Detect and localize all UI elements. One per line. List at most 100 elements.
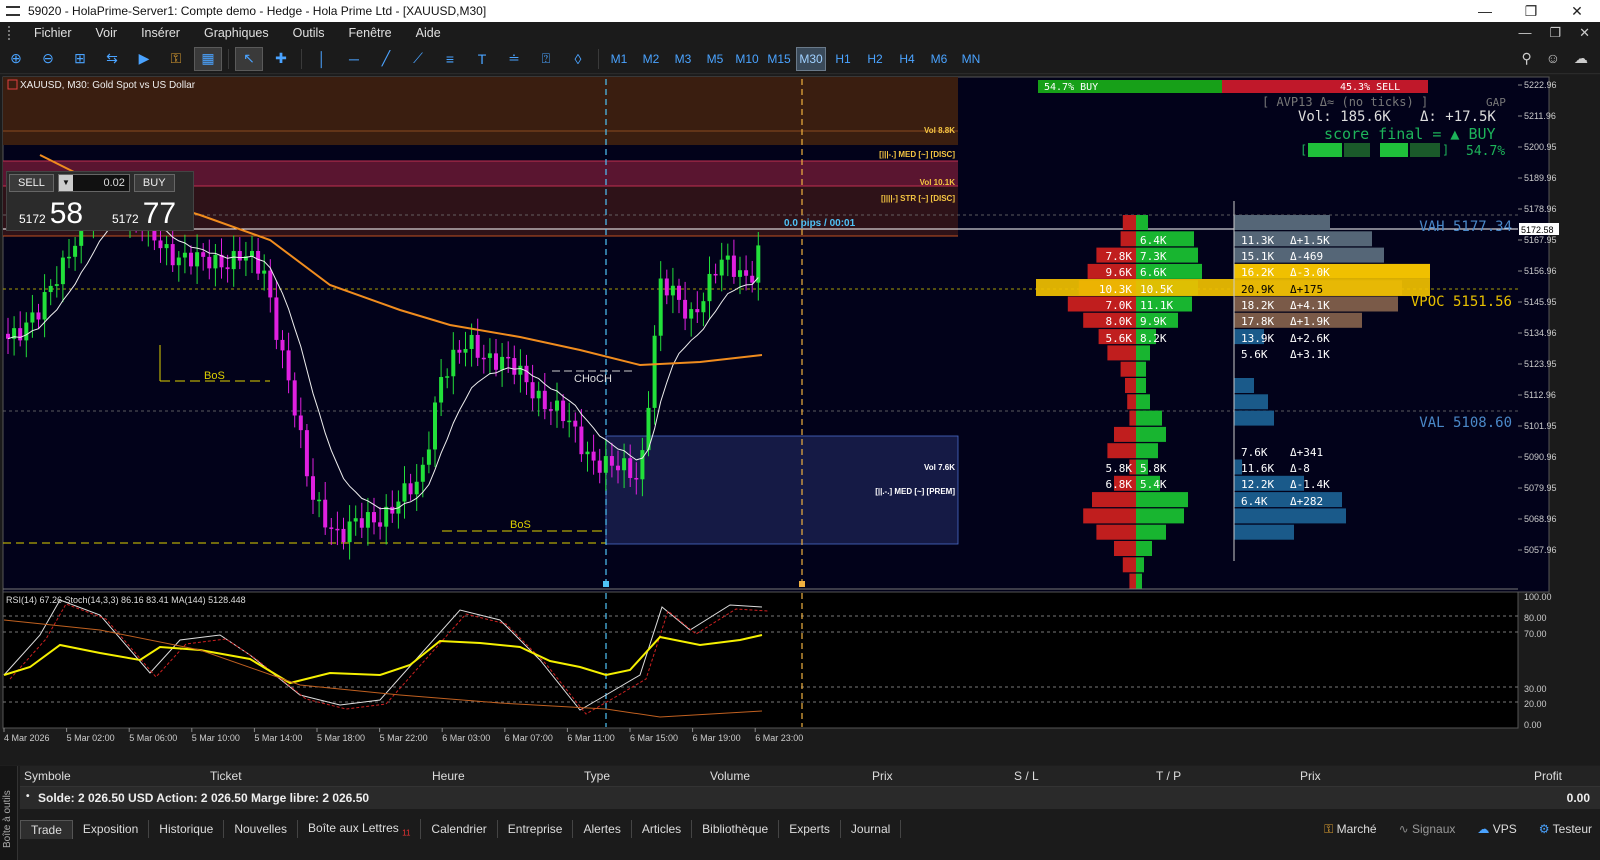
autoscroll-icon[interactable]: ▶ — [130, 47, 158, 71]
tab-exposition[interactable]: Exposition — [73, 820, 150, 838]
buy-button[interactable]: BUY — [133, 174, 175, 192]
tab-experts[interactable]: Experts — [779, 820, 841, 838]
zoom-in-icon[interactable]: ⊕ — [2, 47, 30, 71]
tf-h1[interactable]: H1 — [828, 47, 858, 71]
signals-link[interactable]: ∿ Signaux — [1399, 822, 1456, 837]
chart-area[interactable]: BoS BoS CHoCH Vol 8.8K [|||-.] MED [~] [… — [0, 75, 1600, 765]
candle-body — [652, 335, 657, 408]
tf-m6[interactable]: M6 — [924, 47, 954, 71]
candle-body — [73, 245, 78, 257]
col-profit[interactable]: Profit — [1534, 769, 1562, 783]
tf-m10[interactable]: M10 — [732, 47, 762, 71]
tf-m2[interactable]: M2 — [636, 47, 666, 71]
col-tp[interactable]: T / P — [1156, 769, 1181, 783]
balance-row[interactable]: • Solde: 2 026.50 USD Action: 2 026.50 M… — [20, 787, 1600, 809]
market-link[interactable]: ⚿ Marché — [1324, 822, 1377, 837]
candle-body — [451, 349, 456, 377]
buy-price[interactable]: 5172 77 — [100, 194, 193, 230]
tf-m3[interactable]: M3 — [668, 47, 698, 71]
zone-vol-label: Vol 8.8K — [924, 126, 955, 135]
shapes-icon[interactable]: ◊ — [564, 47, 592, 71]
tf-h2[interactable]: H2 — [860, 47, 890, 71]
tab-bibliotheque[interactable]: Bibliothèque — [692, 820, 780, 838]
child-restore-icon[interactable]: ❐ — [1549, 25, 1561, 41]
one-click-trading-icon[interactable]: ▦ — [194, 46, 222, 71]
tab-calendrier[interactable]: Calendrier — [421, 820, 498, 838]
text-tool-icon[interactable]: T — [468, 47, 496, 71]
menu-aide[interactable]: Aide — [406, 26, 455, 40]
community-icon[interactable]: ☁ — [1574, 50, 1588, 67]
maximize-button[interactable]: ❐ — [1508, 3, 1554, 20]
horizontal-line-icon[interactable]: ─ — [340, 47, 368, 71]
sell-button[interactable]: SELL — [9, 174, 54, 192]
menu-voir[interactable]: Voir — [86, 26, 132, 40]
fibonacci-icon[interactable]: ≡ — [436, 47, 464, 71]
profile-buy-value: 10.5K — [1140, 283, 1173, 296]
menu-inserer[interactable]: Insérer — [131, 26, 194, 40]
tab-nouvelles[interactable]: Nouvelles — [224, 820, 299, 838]
menu-fenetre[interactable]: Fenêtre — [339, 26, 406, 40]
tf-m5[interactable]: M5 — [700, 47, 730, 71]
menu-fichier[interactable]: Fichier — [24, 26, 86, 40]
close-button[interactable]: ✕ — [1554, 3, 1600, 20]
equidistant-channel-icon[interactable]: ⟋ — [404, 47, 432, 71]
col-heure[interactable]: Heure — [432, 769, 465, 783]
minimize-button[interactable]: — — [1462, 3, 1508, 20]
col-prix-current[interactable]: Prix — [1300, 769, 1321, 783]
profile-sell-bar — [1114, 426, 1136, 442]
col-symbole[interactable]: Symbole — [24, 769, 71, 783]
menu-outils[interactable]: Outils — [283, 26, 339, 40]
menu-graphiques[interactable]: Graphiques — [194, 26, 283, 40]
tab-historique[interactable]: Historique — [149, 820, 225, 838]
zoom-out-icon[interactable]: ⊖ — [34, 47, 62, 71]
tester-link[interactable]: ⚙ Testeur — [1539, 822, 1592, 837]
child-minimize-icon[interactable]: — — [1518, 25, 1531, 41]
tf-h4[interactable]: H4 — [892, 47, 922, 71]
child-close-icon[interactable]: ✕ — [1579, 25, 1590, 41]
market-label: Marché — [1336, 821, 1377, 836]
candle-body — [67, 256, 71, 259]
col-ticket[interactable]: Ticket — [210, 769, 242, 783]
tab-trade[interactable]: Trade — [20, 819, 73, 839]
col-prix[interactable]: Prix — [872, 769, 893, 783]
one-click-panel: SELL ▼ 0.02 BUY 5172 58 5172 77 — [6, 171, 194, 231]
tab-alertes[interactable]: Alertes — [573, 820, 632, 838]
tf-m30[interactable]: M30 — [796, 46, 826, 71]
toolbox-side-tab[interactable]: Boîte à outils — [0, 766, 18, 860]
cursor-icon[interactable]: ↖ — [235, 46, 263, 71]
sell-price[interactable]: 5172 58 — [7, 194, 100, 230]
lock-icon[interactable]: ⚿ — [162, 47, 190, 71]
vps-link[interactable]: ☁ VPS — [1477, 822, 1516, 837]
candle-body — [628, 458, 633, 478]
search-icon[interactable]: ⚲ — [1521, 50, 1531, 67]
col-type[interactable]: Type — [584, 769, 610, 783]
fibo-fan-icon[interactable]: ≐ — [500, 47, 528, 71]
price-chart[interactable]: BoS BoS CHoCH Vol 8.8K [|||-.] MED [~] [… — [0, 75, 1600, 765]
tab-articles[interactable]: Articles — [632, 820, 693, 838]
profile-sell-bar — [1125, 378, 1136, 393]
tile-windows-icon[interactable]: ⊞ — [66, 47, 94, 71]
tab-mailbox[interactable]: Boîte aux Lettres 11 — [298, 818, 422, 840]
tf-m15[interactable]: M15 — [764, 47, 794, 71]
time-tick-label: 6 Mar 15:00 — [630, 733, 678, 743]
profile-sell-bar — [1107, 443, 1136, 459]
col-volume[interactable]: Volume — [710, 769, 750, 783]
lot-input[interactable]: ▼ 0.02 — [57, 174, 130, 192]
profile-delta-value: Δ+1.5K — [1290, 234, 1330, 247]
crosshair-icon[interactable]: ✚ — [267, 47, 295, 71]
lot-value[interactable]: 0.02 — [73, 177, 129, 189]
chart-shift-icon[interactable]: ⇆ — [98, 47, 126, 71]
tab-journal[interactable]: Journal — [841, 820, 902, 838]
price-tick-label: 5123.95 — [1524, 359, 1557, 369]
col-sl[interactable]: S / L — [1014, 769, 1039, 783]
profile-delta-bar — [1234, 508, 1346, 524]
candle-body — [420, 464, 425, 482]
lot-dropdown-icon[interactable]: ▼ — [58, 175, 73, 191]
account-icon[interactable]: ☺ — [1546, 50, 1560, 67]
tf-mn[interactable]: MN — [956, 47, 986, 71]
trend-line-icon[interactable]: ╱ — [372, 47, 400, 71]
tf-m1[interactable]: M1 — [604, 47, 634, 71]
vertical-line-icon[interactable]: │ — [308, 47, 336, 71]
tab-entreprise[interactable]: Entreprise — [498, 820, 574, 838]
text-label-icon[interactable]: ⍰ — [532, 47, 560, 71]
